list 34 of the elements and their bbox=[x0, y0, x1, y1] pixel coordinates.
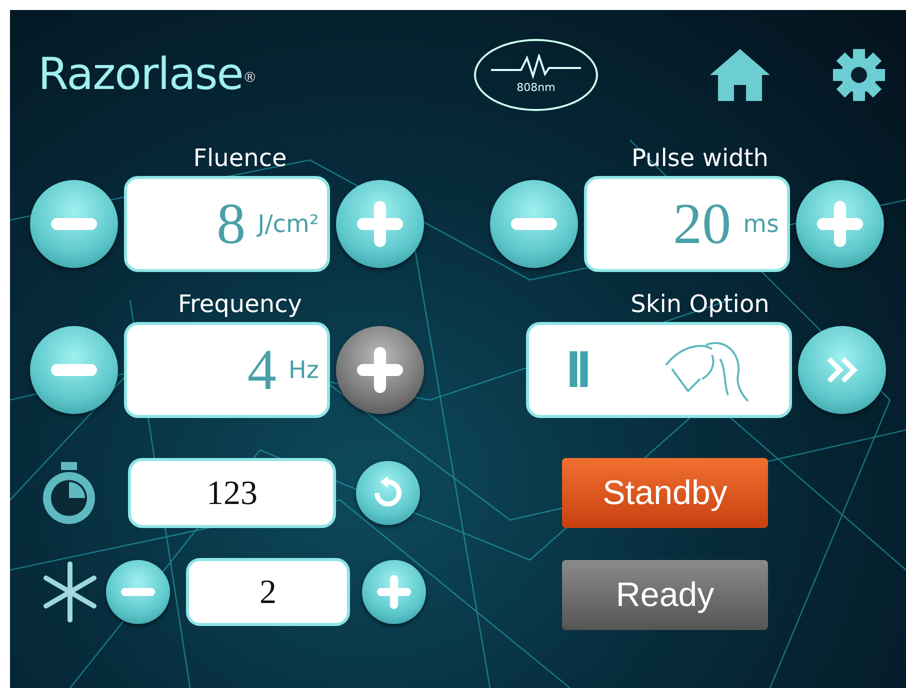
plus-button[interactable] bbox=[362, 560, 426, 624]
value-text: 8 bbox=[216, 195, 246, 253]
minus-icon bbox=[121, 588, 155, 596]
counter-display: 123 bbox=[128, 458, 336, 528]
unit-text: ms bbox=[743, 209, 779, 240]
settings-button[interactable] bbox=[832, 48, 886, 102]
parameter-label: Pulse width bbox=[630, 143, 770, 174]
home-icon bbox=[708, 47, 772, 103]
parameter-label: Skin Option bbox=[630, 289, 770, 320]
minus-icon bbox=[511, 218, 557, 230]
minus-button[interactable] bbox=[106, 560, 170, 624]
minus-icon bbox=[51, 364, 97, 376]
skin-type-text: II bbox=[566, 340, 588, 401]
unit-text: J/cm² bbox=[258, 209, 319, 240]
reset-button[interactable] bbox=[356, 461, 420, 525]
unit-text: Hz bbox=[288, 355, 319, 386]
plus-icon bbox=[817, 201, 863, 247]
plus-icon bbox=[377, 575, 411, 609]
standby-button[interactable]: Standby bbox=[562, 458, 768, 528]
plus-icon bbox=[357, 347, 403, 393]
double-chevron-icon bbox=[825, 356, 859, 384]
value-text: 20 bbox=[673, 195, 732, 253]
plus-icon bbox=[357, 201, 403, 247]
parameter-label: Fluence bbox=[192, 143, 288, 174]
home-button[interactable] bbox=[708, 47, 772, 103]
value-text: 4 bbox=[247, 341, 276, 399]
pulse-wave-icon bbox=[491, 54, 581, 80]
minus-icon bbox=[51, 218, 97, 230]
brand-logo: Razorlase$^{®}$ bbox=[38, 48, 256, 102]
gear-icon bbox=[832, 48, 886, 102]
wavelength-label: 808nm bbox=[516, 80, 556, 96]
parameter-label: Frequency bbox=[177, 289, 303, 320]
ready-button[interactable]: Ready bbox=[562, 560, 768, 630]
cooling-level-display: 2 bbox=[186, 558, 350, 626]
